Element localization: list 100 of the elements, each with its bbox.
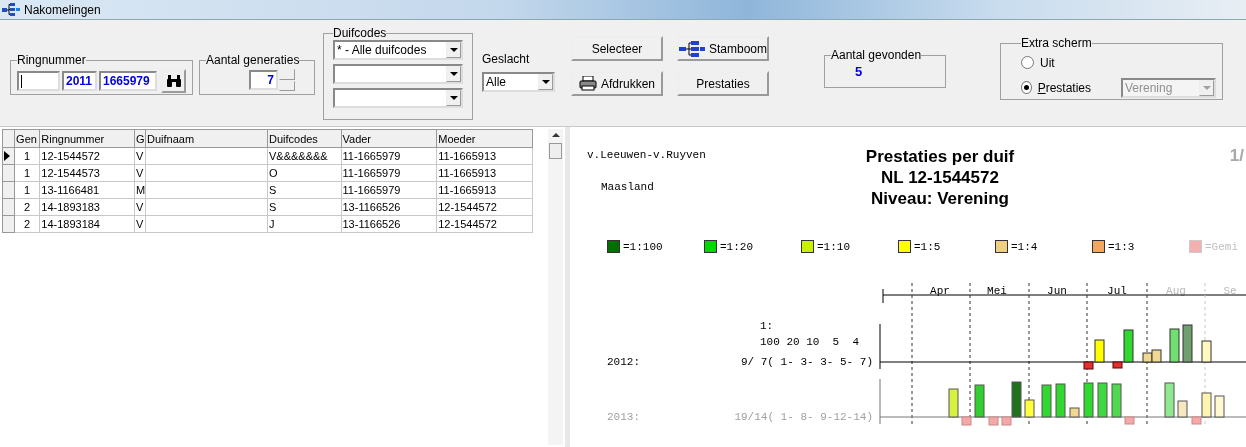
performance-bar: [1111, 383, 1122, 418]
column-header[interactable]: Duifnaam: [145, 129, 268, 148]
table-cell: 11-1665979: [341, 147, 437, 165]
group-label: Extra scherm: [1021, 36, 1092, 50]
table-cell: V: [134, 198, 146, 216]
group-label: Duifcodes: [333, 26, 387, 40]
column-header[interactable]: Ringnummer: [39, 129, 135, 148]
month-label: Se: [1223, 285, 1237, 297]
input-field[interactable]: 2011: [62, 71, 97, 91]
action-button[interactable]: Prestaties: [677, 71, 769, 96]
legend-label: =1:10: [817, 240, 850, 253]
report-title: NL 12-1544572: [881, 167, 999, 188]
table-cell: 12-1544572: [436, 215, 533, 233]
performance-bar: [1214, 395, 1225, 418]
performance-bar: [1151, 349, 1162, 363]
radio-option[interactable]: Uit: [1021, 55, 1091, 70]
table-cell: 11-1665913: [436, 164, 533, 182]
printer-icon: [579, 76, 597, 91]
legend-label: =Gemi: [1205, 240, 1238, 253]
performance-bar: [1041, 384, 1052, 418]
table-cell: 13-1166481: [39, 181, 135, 199]
scrollbar[interactable]: [548, 129, 563, 445]
performance-bar: [1069, 407, 1080, 418]
tree-icon: [2, 2, 20, 17]
table-cell: 13-1166526: [341, 198, 437, 216]
performance-bar: [1182, 324, 1193, 363]
table-cell: 12-1544572: [436, 198, 533, 216]
club-name: v.Leeuwen-v.Ruyven: [587, 149, 707, 161]
performance-bar: [948, 388, 959, 418]
table-cell: V: [134, 147, 146, 165]
table-cell: 14-1893183: [39, 198, 135, 216]
column-header[interactable]: G: [134, 129, 146, 148]
dropdown[interactable]: * - Alle duifcodes: [333, 40, 463, 60]
performance-bar: [1142, 352, 1153, 363]
table-cell: V&&&&&&&: [267, 147, 341, 165]
column-header[interactable]: Moeder: [436, 129, 533, 148]
performance-bar: [1055, 383, 1066, 418]
tree-icon: [679, 40, 705, 57]
table-cell: 11-1665979: [341, 181, 437, 199]
field-label: Geslacht: [482, 52, 531, 66]
month-label: Aug: [1166, 285, 1186, 297]
performance-bar: [1169, 328, 1180, 363]
performance-bar: [1177, 400, 1188, 418]
spinner[interactable]: [279, 69, 295, 91]
month-label: Jul: [1107, 285, 1127, 297]
action-button[interactable]: Selecteer: [571, 36, 663, 61]
table-cell: 11-1665979: [341, 164, 437, 182]
performance-bar: [1164, 382, 1175, 418]
table-cell: M: [134, 181, 146, 199]
group-label: Aantal generaties: [206, 53, 300, 67]
table-cell: 1: [14, 147, 40, 165]
performance-bar: [1083, 382, 1094, 418]
performance-bar: [974, 384, 985, 418]
legend-label: =1:4: [1011, 240, 1038, 253]
action-button[interactable]: Afdrukken: [571, 71, 663, 96]
group-label: Ringnummer: [17, 53, 86, 67]
table-cell: 11-1665913: [436, 181, 533, 199]
year-summary: 19/14( 1- 8- 9-12-14): [734, 411, 873, 423]
place-name: Maasland: [600, 181, 655, 193]
legend-label: =1:3: [1108, 240, 1135, 253]
dropdown[interactable]: [333, 64, 463, 84]
radio-option[interactable]: Prestaties: [1021, 80, 1091, 95]
legend-label: =1:5: [914, 240, 941, 253]
table-cell: V: [134, 215, 146, 233]
report-title: Niveau: Verening: [871, 188, 1009, 209]
performance-bar: [1124, 416, 1135, 425]
binoculars-icon: [165, 74, 182, 88]
table-cell: 2: [14, 198, 40, 216]
table-cell: S: [267, 181, 341, 199]
year-label: 2012:: [607, 356, 640, 368]
dropdown[interactable]: Alle: [482, 72, 555, 92]
table-cell: 12-1544573: [39, 164, 135, 182]
result-count: 5: [854, 64, 863, 79]
month-label: Jun: [1047, 285, 1067, 297]
column-header[interactable]: Duifcodes: [267, 129, 341, 148]
performance-bar: [988, 416, 999, 426]
performance-bar: [1024, 399, 1035, 418]
year-label: 2013:: [607, 411, 640, 423]
table-cell: V: [134, 164, 146, 182]
group-label: Aantal gevonden: [831, 48, 922, 62]
column-header[interactable]: Vader: [341, 129, 437, 148]
input-field[interactable]: 1665979: [99, 71, 157, 91]
table-cell: 11-1665913: [436, 147, 533, 165]
performance-bar: [1201, 340, 1212, 363]
table-cell: 1: [14, 164, 40, 182]
dropdown[interactable]: [333, 88, 463, 108]
ratio-header: 100 20 10 5 4: [760, 336, 860, 348]
column-header[interactable]: Gen: [14, 129, 40, 148]
page-number: 1/: [1229, 145, 1245, 167]
performance-bar: [961, 416, 972, 426]
table-cell: 1: [14, 181, 40, 199]
action-button[interactable]: Stamboom: [677, 36, 769, 61]
month-label: Mei: [987, 285, 1007, 297]
input-field[interactable]: [17, 71, 60, 91]
table-cell: 14-1893184: [39, 215, 135, 233]
report-title: Prestaties per duif: [865, 146, 1015, 167]
table-cell: 12-1544572: [39, 147, 135, 165]
table-cell: O: [267, 164, 341, 182]
number-field[interactable]: 7: [249, 70, 278, 90]
ratio-header: 1:: [760, 320, 774, 332]
